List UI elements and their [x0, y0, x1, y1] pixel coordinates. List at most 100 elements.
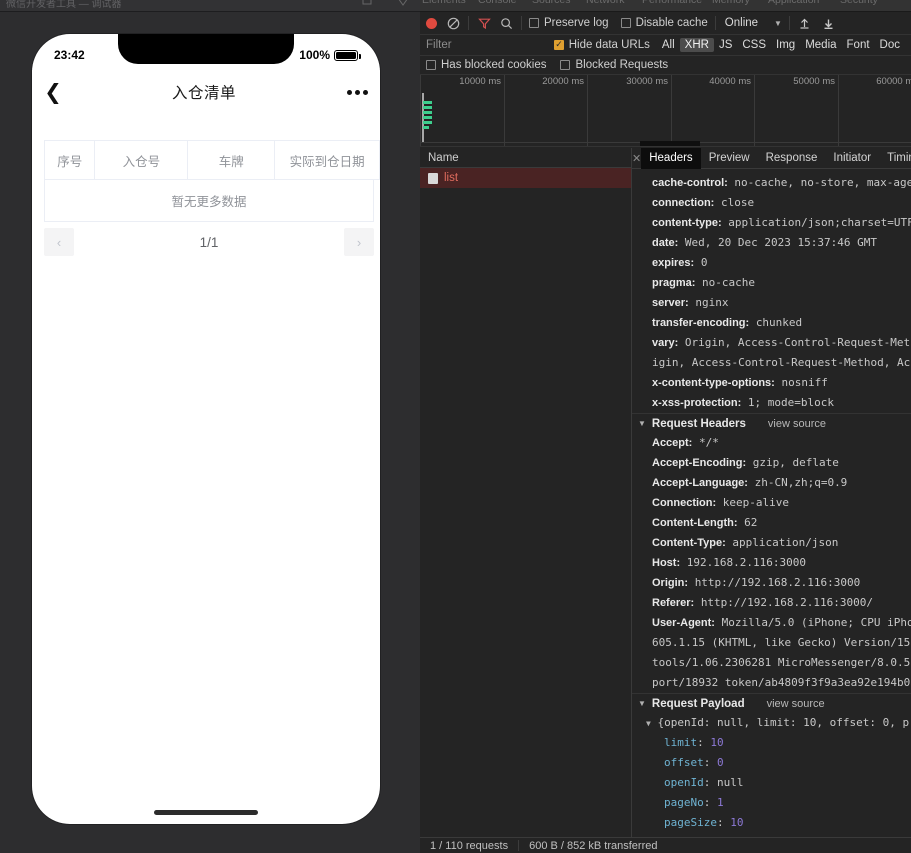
header-key: server: [652, 297, 689, 309]
payload-value: null [717, 776, 744, 789]
table-column-header: 车牌 [188, 141, 276, 179]
header-line: expires: 0 [632, 253, 911, 273]
request-headers-section-title[interactable]: ▼ Request Headers view source [632, 413, 911, 433]
minimize-icon[interactable] [360, 0, 374, 7]
header-line: Connection: keep-alive [632, 493, 911, 513]
filter-type-img[interactable]: Img [771, 38, 800, 52]
payload-summary-row[interactable]: ▼ {openId: null, limit: 10, offset: 0, p [632, 713, 911, 733]
tab-memory[interactable]: Memory [712, 0, 750, 6]
screen-root: 微信开发者工具 — 调试器 23:42 100% ❮ 入仓清单 序号 入仓号 车… [0, 0, 911, 853]
view-source-link[interactable]: view source [768, 414, 826, 434]
phone-notch [118, 34, 294, 64]
devtools-icon[interactable] [396, 0, 410, 7]
page-viewport: 23:42 100% ❮ 入仓清单 序号 入仓号 车牌 实际到仓日期 暂无更多数 [0, 12, 420, 853]
blocked-requests-checkbox[interactable]: Blocked Requests [560, 59, 668, 71]
request-list-column-header[interactable]: Name [420, 148, 631, 168]
header-value: application/json;charset=UTF-8 [728, 216, 911, 229]
battery-icon [334, 49, 361, 61]
header-key: User-Agent: [652, 617, 715, 629]
header-line: User-Agent: Mozilla/5.0 (iPhone; CPU iPh… [632, 613, 911, 633]
inbound-list-table: 序号 入仓号 车牌 实际到仓日期 暂无更多数据 ‹ 1/1 › [44, 140, 380, 260]
table-column-header: 实际到仓日期 [275, 141, 380, 179]
tab-headers[interactable]: Headers [641, 148, 701, 169]
tab-application[interactable]: Application [768, 0, 819, 6]
header-key: Content-Type: [652, 537, 726, 549]
header-key: pragma: [652, 277, 696, 289]
battery-percent-label: 100% [299, 48, 330, 62]
header-key: Referer: [652, 597, 695, 609]
filter-type-media[interactable]: Media [800, 38, 841, 52]
status-requests-count: 1 / 110 requests [430, 839, 509, 852]
document-icon [428, 172, 438, 184]
header-value: port/18932 token/ab4809f3f9a3ea92e194b0a… [652, 676, 911, 689]
tab-console[interactable]: Console [478, 0, 517, 6]
hide-data-urls-checkbox[interactable]: Hide data URLs [553, 39, 650, 51]
export-har-icon[interactable] [821, 15, 837, 31]
header-value: */* [698, 436, 719, 449]
hide-data-urls-label: Hide data URLs [568, 39, 650, 51]
request-list-pane: Name list [420, 148, 632, 837]
filter-type-css[interactable]: CSS [737, 38, 771, 52]
filter-type-xhr[interactable]: XHR [679, 38, 714, 52]
header-value: tools/1.06.2306281 MicroMessenger/8.0.5 … [652, 656, 911, 669]
tab-initiator[interactable]: Initiator [825, 148, 879, 169]
timeline-ticks: 10000 ms 20000 ms 30000 ms 40000 ms 5000… [420, 75, 911, 146]
search-icon[interactable] [498, 15, 514, 31]
tab-performance[interactable]: Performance [642, 0, 702, 6]
tab-security[interactable]: Security [840, 0, 878, 6]
checkbox-box [553, 39, 564, 50]
view-source-link[interactable]: view source [767, 694, 825, 714]
preserve-log-checkbox[interactable]: Preserve log [529, 17, 609, 29]
filter-type-doc[interactable]: Doc [875, 38, 905, 52]
filter-input[interactable]: Filter [426, 39, 554, 51]
header-key: vary: [652, 337, 679, 349]
header-line-continuation: tools/1.06.2306281 MicroMessenger/8.0.5 … [632, 653, 911, 673]
chevron-down-icon[interactable]: ▼ [774, 19, 782, 28]
filter-type-all[interactable]: All [657, 38, 680, 52]
tab-network[interactable]: Network [586, 0, 625, 6]
header-value: chunked [755, 316, 803, 329]
section-label: Request Headers [651, 417, 746, 430]
header-key: date: [652, 237, 679, 249]
clear-icon[interactable] [445, 15, 461, 31]
throttling-select[interactable]: Online [725, 17, 758, 29]
header-line: Accept: */* [632, 433, 911, 453]
pagination-prev-button[interactable]: ‹ [44, 228, 74, 256]
filter-type-js[interactable]: JS [714, 38, 737, 52]
more-horizontal-icon[interactable] [334, 89, 380, 95]
timeline-request-bars [423, 101, 432, 131]
record-icon[interactable] [426, 17, 437, 29]
header-key: Accept-Encoding: [652, 457, 747, 469]
headers-content: cache-control: no-cache, no-store, max-a… [632, 169, 911, 837]
filter-icon[interactable] [476, 15, 492, 31]
timeline-tick-label: 20000 ms [542, 76, 584, 87]
triangle-down-icon: ▼ [646, 719, 651, 728]
has-blocked-cookies-checkbox[interactable]: Has blocked cookies [426, 59, 546, 71]
disable-cache-checkbox[interactable]: Disable cache [620, 17, 708, 29]
status-right-cluster: 100% [299, 48, 361, 62]
pagination-next-button[interactable]: › [344, 228, 374, 256]
header-value: igin, Access-Control-Request-Method, Acc… [652, 356, 911, 369]
header-value: 192.168.2.116:3000 [686, 556, 806, 569]
network-overview-timeline[interactable]: 10000 ms 20000 ms 30000 ms 40000 ms 5000… [420, 75, 911, 147]
tab-preview[interactable]: Preview [701, 148, 758, 169]
request-list-row[interactable]: list [420, 168, 631, 188]
request-payload-section-title[interactable]: ▼ Request Payload view source [632, 693, 911, 713]
header-line-continuation: port/18932 token/ab4809f3f9a3ea92e194b0a… [632, 673, 911, 693]
back-chevron-left-icon[interactable]: ❮ [32, 80, 74, 105]
header-line: Accept-Language: zh-CN,zh;q=0.9 [632, 473, 911, 493]
filter-type-font[interactable]: Font [842, 38, 875, 52]
header-key: Content-Length: [652, 517, 738, 529]
header-value: zh-CN,zh;q=0.9 [754, 476, 848, 489]
section-label: Request Payload [651, 697, 745, 710]
timeline-tick-label: 40000 ms [709, 76, 751, 87]
tab-elements[interactable]: Elements [422, 0, 466, 6]
tab-sources[interactable]: Sources [532, 0, 571, 6]
import-har-icon[interactable] [797, 15, 813, 31]
close-icon[interactable]: ✕ [632, 152, 641, 165]
timeline-selection-window[interactable] [640, 141, 700, 146]
tab-response[interactable]: Response [758, 148, 826, 169]
tab-timing[interactable]: Timing [879, 148, 911, 169]
table-column-header: 序号 [44, 141, 96, 179]
payload-field: offset: 0 [664, 756, 724, 769]
